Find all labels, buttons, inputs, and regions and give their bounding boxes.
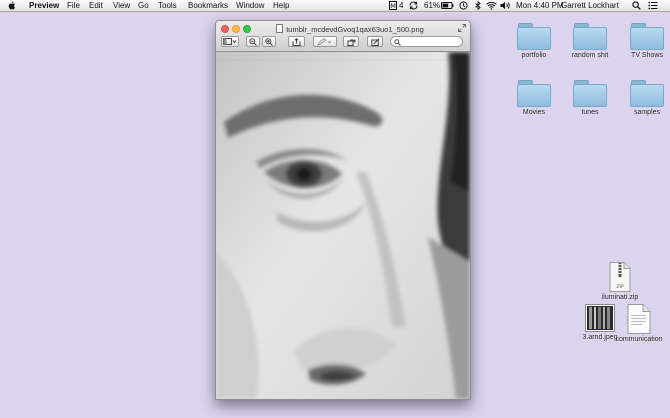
volume-icon[interactable] — [500, 1, 511, 10]
search-input[interactable] — [402, 37, 460, 46]
face-closeup-image — [216, 52, 470, 399]
folder-samples[interactable]: samples — [619, 80, 670, 117]
apple-menu-icon[interactable] — [8, 1, 16, 10]
folder-icon — [517, 23, 551, 50]
folder-label: Movies — [522, 109, 546, 116]
document-proxy-icon[interactable] — [276, 24, 284, 33]
menu-bookmarks[interactable]: Bookmarks — [188, 0, 228, 11]
title-bar[interactable]: tumblr_mcdevdGvoq1qax63uo1_500.png — [216, 21, 470, 52]
share-icon — [292, 38, 301, 46]
close-button[interactable] — [221, 25, 229, 33]
zip-archive-icon: ZIP — [609, 262, 631, 292]
folder-tv-shows[interactable]: TV Shows — [619, 23, 670, 60]
file-communication[interactable]: communication — [612, 304, 666, 344]
folder-label: samples — [633, 109, 661, 116]
fullscreen-icon[interactable] — [458, 24, 466, 32]
preview-window: tumblr_mcdevdGvoq1qax63uo1_500.png — [215, 20, 471, 400]
folder-label: TV Shows — [631, 52, 663, 59]
rotate-button[interactable] — [343, 36, 359, 47]
menu-app-preview[interactable]: Preview — [29, 0, 59, 11]
folder-tunes[interactable]: tunes — [562, 80, 618, 117]
view-menu-button[interactable] — [221, 36, 239, 47]
folder-movies[interactable]: Movies — [506, 80, 562, 117]
zip-badge: ZIP — [616, 284, 623, 290]
folder-portfolio[interactable]: portfolio — [506, 23, 562, 60]
image-thumbnail-icon — [585, 304, 615, 332]
folder-icon — [517, 80, 551, 107]
notification-center-icon[interactable] — [648, 1, 658, 10]
user-name[interactable]: Garrett Lockhart — [561, 0, 619, 11]
toolbox-icon — [370, 38, 379, 46]
zoom-in-icon — [265, 38, 273, 46]
menu-go[interactable]: Go — [138, 0, 149, 11]
folder-icon — [630, 80, 664, 107]
file-label: iluminati.zip — [601, 294, 639, 301]
search-icon — [394, 38, 401, 46]
pen-icon — [317, 38, 332, 46]
document-icon — [627, 304, 651, 334]
battery-icon[interactable] — [441, 1, 454, 10]
menu-tools[interactable]: Tools — [158, 0, 177, 11]
folder-icon — [573, 23, 607, 50]
menu-edit[interactable]: Edit — [89, 0, 103, 11]
battery-percentage: 61% — [424, 1, 441, 10]
menu-help[interactable]: Help — [273, 0, 289, 11]
spotlight-search-icon[interactable] — [632, 1, 641, 10]
folder-label: random shit — [571, 52, 609, 59]
bluetooth-icon[interactable] — [474, 1, 482, 10]
zoom-out-icon — [249, 38, 257, 46]
menu-bar: Preview File Edit View Go Tools Bookmark… — [0, 0, 670, 12]
menu-window[interactable]: Window — [236, 0, 264, 11]
sync-icon[interactable] — [409, 1, 418, 10]
time-machine-icon[interactable] — [459, 1, 468, 10]
adobe-update-count: 4 — [399, 1, 404, 10]
folder-icon — [573, 80, 607, 107]
menu-view[interactable]: View — [113, 0, 130, 11]
svg-text:M: M — [390, 2, 396, 10]
sidebar-view-icon — [223, 38, 237, 45]
minimize-button[interactable] — [232, 25, 240, 33]
window-title-text: tumblr_mcdevdGvoq1qax63uo1_500.png — [286, 25, 424, 34]
adobe-creative-cloud-icon[interactable]: M — [389, 1, 397, 10]
menu-file[interactable]: File — [67, 0, 80, 11]
folder-icon — [630, 23, 664, 50]
edit-toolbar-button[interactable] — [367, 36, 383, 47]
markup-pen-button[interactable] — [313, 36, 337, 47]
file-iluminati-zip[interactable]: ZIP iluminati.zip — [592, 262, 648, 302]
clock[interactable]: Mon 4:40 PM — [516, 0, 564, 11]
wifi-icon[interactable] — [486, 1, 497, 10]
zoom-out-button[interactable] — [246, 36, 260, 47]
folder-label: tunes — [581, 109, 599, 116]
file-label: communication — [615, 336, 663, 343]
image-canvas[interactable] — [216, 52, 470, 399]
share-button[interactable] — [288, 36, 305, 47]
folder-label: portfolio — [521, 52, 547, 59]
window-title: tumblr_mcdevdGvoq1qax63uo1_500.png — [250, 24, 450, 34]
zoom-in-button[interactable] — [262, 36, 276, 47]
search-field[interactable] — [390, 36, 463, 47]
rotate-icon — [347, 39, 355, 46]
folder-random-shit[interactable]: random shit — [562, 23, 618, 60]
